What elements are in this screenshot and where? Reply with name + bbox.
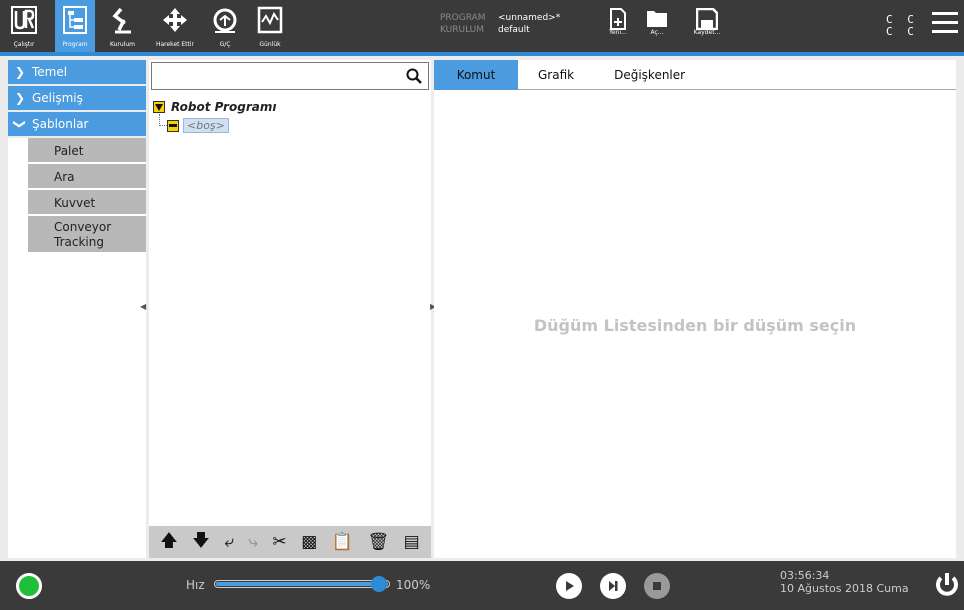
installation-key: KURULUM bbox=[440, 25, 485, 35]
io-icon bbox=[213, 8, 237, 33]
speed-slider-handle[interactable] bbox=[371, 576, 387, 592]
nav-move-button[interactable]: Hareket Ettir bbox=[148, 0, 202, 52]
installation-name: default bbox=[498, 25, 530, 35]
datetime: 03:56:34 10 Ağustos 2018 Cuma bbox=[780, 569, 909, 595]
move-up-icon[interactable]: 🡅 bbox=[160, 528, 177, 557]
new-program-label: Yeni... bbox=[609, 29, 627, 36]
new-file-icon bbox=[610, 8, 626, 30]
open-folder-icon bbox=[647, 11, 667, 27]
power-icon[interactable] bbox=[934, 571, 960, 599]
nav-run-button[interactable]: Çalıştır bbox=[0, 0, 48, 52]
search-icon[interactable] bbox=[406, 68, 422, 84]
step-button[interactable] bbox=[600, 573, 626, 599]
nav-installation-button[interactable]: Kurulum bbox=[100, 0, 145, 52]
chevron-right-icon: ❯ bbox=[14, 91, 26, 105]
tree-search-input[interactable] bbox=[151, 62, 429, 90]
robot-arm-icon bbox=[111, 7, 131, 34]
template-conveyor-tracking[interactable]: Conveyor Tracking bbox=[28, 216, 146, 254]
node-detail-panel: Komut Grafik Değişkenler Düğüm Listesind… bbox=[434, 60, 956, 558]
step-icon bbox=[609, 581, 618, 591]
open-program-button[interactable]: Aç... bbox=[632, 0, 682, 52]
empty-node-icon bbox=[167, 119, 179, 132]
nav-installation-label: Kurulum bbox=[109, 41, 136, 48]
chevron-right-icon: ❯ bbox=[14, 65, 26, 79]
paste-icon[interactable]: 📋 bbox=[332, 532, 353, 552]
bottom-bar: Hız 100% 03:56:34 10 Ağustos 2018 Cuma bbox=[0, 561, 964, 610]
date-display: 10 Ağustos 2018 Cuma bbox=[780, 582, 909, 595]
chevron-down-icon: ❯ bbox=[13, 118, 27, 130]
cc-row-2: C C bbox=[886, 25, 918, 38]
open-program-label: Aç... bbox=[650, 29, 664, 36]
save-icon bbox=[696, 8, 718, 30]
topbar-accent-line bbox=[0, 52, 964, 56]
category-advanced[interactable]: ❯ Gelişmiş bbox=[8, 86, 146, 112]
category-basic[interactable]: ❯ Temel bbox=[8, 60, 146, 86]
empty-selection-message: Düğüm Listesinden bir düşüm seçin bbox=[533, 316, 857, 335]
template-seek[interactable]: Ara bbox=[28, 164, 146, 190]
node-category-sidebar: ❯ Temel ❯ Gelişmiş ❯ Şablonlar Palet Ara… bbox=[8, 60, 146, 558]
program-key: PROGRAM bbox=[440, 13, 486, 23]
speed-label: Hız bbox=[186, 578, 205, 592]
tab-variables[interactable]: Değişkenler bbox=[594, 60, 705, 90]
tree-connector bbox=[159, 114, 167, 126]
nav-program-label: Program bbox=[62, 41, 88, 48]
log-chart-icon bbox=[257, 6, 283, 34]
ur-logo-icon bbox=[11, 6, 37, 34]
top-bar: Çalıştır Program Kurulum Hareket Ettir G… bbox=[0, 0, 964, 52]
nav-log-label: Günlük bbox=[259, 41, 281, 48]
copy-icon[interactable]: ▩ bbox=[301, 532, 317, 552]
nav-log-button[interactable]: Günlük bbox=[252, 0, 288, 52]
play-button[interactable] bbox=[556, 573, 582, 599]
category-basic-label: Temel bbox=[32, 65, 68, 79]
stop-icon bbox=[653, 582, 661, 590]
collapse-sidebar-handle-icon[interactable]: ◀ bbox=[140, 302, 146, 311]
stop-button[interactable] bbox=[644, 573, 670, 599]
suppress-icon[interactable]: ▤ bbox=[404, 532, 420, 552]
redo-icon[interactable]: ⤷ bbox=[248, 532, 258, 552]
program-tree-panel: Robot Programı <boş> 🡅 🡇 ⤶ ⤷ ✂ ▩ 📋 🗑 ▤ bbox=[149, 60, 431, 558]
tab-graphics[interactable]: Grafik bbox=[518, 60, 594, 90]
nav-io-label: G/Ç bbox=[219, 41, 231, 48]
speed-slider[interactable] bbox=[214, 576, 390, 592]
undo-icon[interactable]: ⤶ bbox=[224, 532, 234, 552]
tree-empty-node[interactable]: <boş> bbox=[167, 118, 229, 133]
time-display: 03:56:34 bbox=[780, 569, 830, 582]
nav-run-label: Çalıştır bbox=[13, 41, 35, 48]
category-templates[interactable]: ❯ Şablonlar bbox=[8, 112, 146, 138]
expand-triangle-icon[interactable] bbox=[153, 101, 165, 113]
detail-tabs: Komut Grafik Değişkenler bbox=[434, 60, 956, 90]
category-advanced-label: Gelişmiş bbox=[32, 91, 83, 105]
move-arrows-icon bbox=[163, 8, 187, 32]
speed-slider-fill bbox=[216, 582, 388, 586]
empty-node-label: <boş> bbox=[183, 118, 229, 133]
template-palletizing[interactable]: Palet bbox=[28, 138, 146, 164]
hamburger-menu-icon[interactable] bbox=[932, 12, 958, 34]
nav-move-label: Hareket Ettir bbox=[155, 41, 195, 48]
tab-command[interactable]: Komut bbox=[434, 60, 518, 90]
control-mode-indicator: C C C C bbox=[886, 14, 918, 38]
save-program-button[interactable]: Kaydet... bbox=[682, 0, 732, 52]
nav-program-button[interactable]: Program bbox=[55, 0, 95, 52]
speed-value: 100% bbox=[396, 578, 431, 592]
tree-toolbar: 🡅 🡇 ⤶ ⤷ ✂ ▩ 📋 🗑 ▤ bbox=[149, 526, 431, 558]
robot-status-icon[interactable] bbox=[16, 573, 42, 599]
program-name: <unnamed>* bbox=[498, 13, 561, 23]
category-templates-label: Şablonlar bbox=[32, 117, 89, 131]
template-force[interactable]: Kuvvet bbox=[28, 190, 146, 216]
save-program-label: Kaydet... bbox=[693, 29, 721, 36]
tree-root-node[interactable]: Robot Programı bbox=[153, 100, 276, 114]
program-info: PROGRAM <unnamed>* KURULUM default bbox=[440, 12, 560, 36]
delete-icon[interactable]: 🗑 bbox=[368, 532, 390, 552]
tree-root-label: Robot Programı bbox=[171, 100, 277, 114]
cut-icon[interactable]: ✂ bbox=[272, 532, 286, 552]
ur-polyscope-window: Çalıştır Program Kurulum Hareket Ettir G… bbox=[0, 0, 964, 610]
program-tree-icon bbox=[63, 6, 87, 34]
nav-io-button[interactable]: G/Ç bbox=[206, 0, 244, 52]
move-down-icon[interactable]: 🡇 bbox=[192, 528, 209, 557]
play-icon bbox=[566, 581, 574, 591]
